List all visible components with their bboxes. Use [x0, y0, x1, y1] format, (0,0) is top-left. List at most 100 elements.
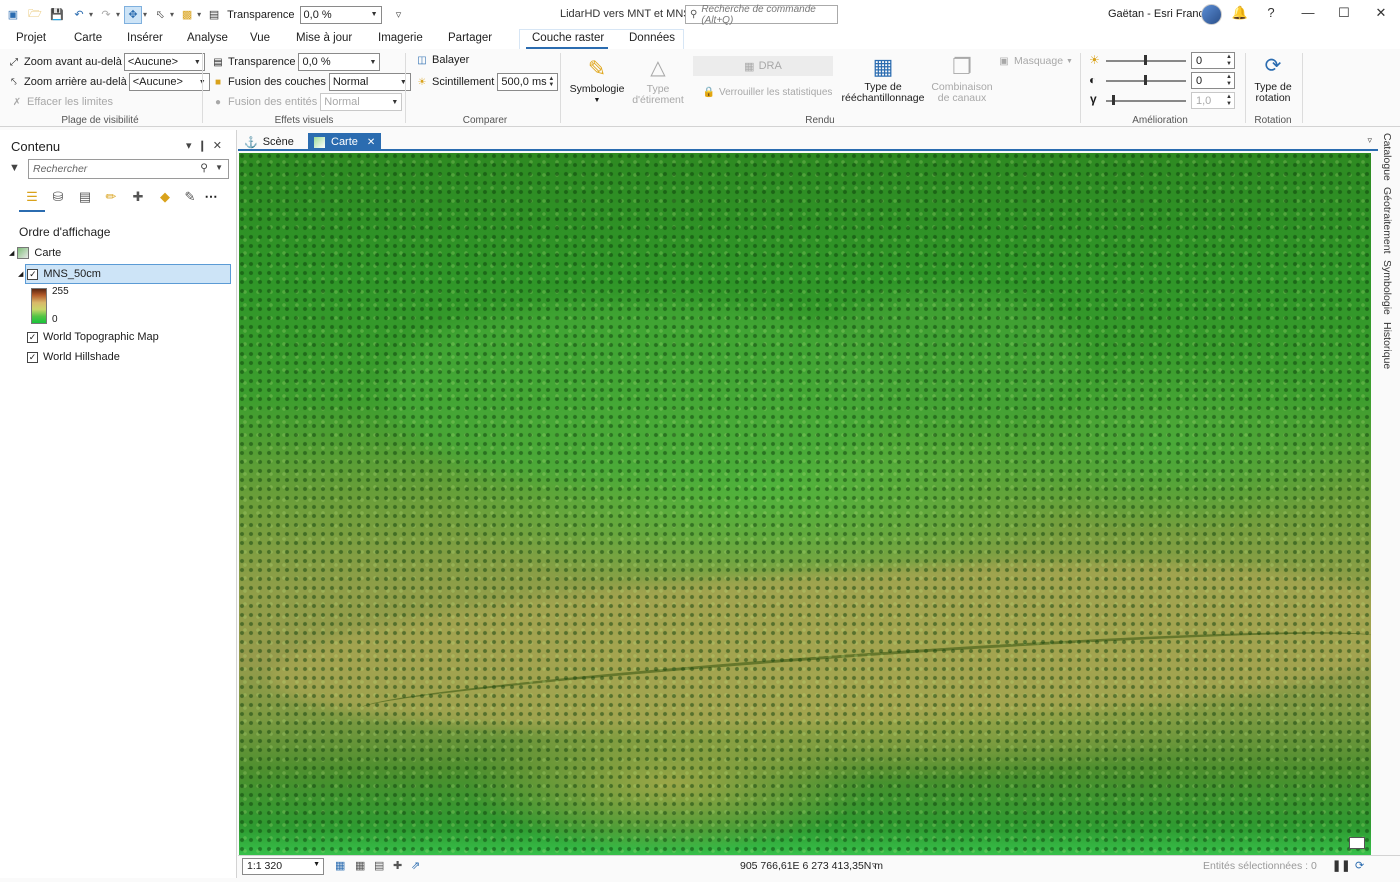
close-icon[interactable]: ✕: [213, 140, 228, 152]
tab-scene[interactable]: ⚓ Scène: [238, 133, 300, 151]
chevron-down-icon[interactable]: ▿: [1367, 135, 1372, 146]
zoom-in-beyond-combo[interactable]: <Aucune> ▼: [123, 53, 205, 71]
brightness-slider-thumb[interactable]: [1144, 55, 1147, 65]
list-by-data-source-icon[interactable]: ⛁: [48, 187, 68, 207]
gamma-spinner[interactable]: 1,0 ▲ ▼: [1191, 92, 1235, 109]
collapse-arrow-icon[interactable]: ◢: [18, 270, 23, 278]
dock-tab-geoprocessing[interactable]: Géotraitement: [1381, 187, 1393, 254]
refresh-icon[interactable]: ⟳: [1355, 859, 1364, 872]
grid-icon[interactable]: ▦: [355, 859, 365, 872]
crosshair-icon[interactable]: ✚: [393, 859, 402, 872]
transparency-combo[interactable]: 0,0 % ▼: [298, 53, 381, 71]
dock-tab-symbology[interactable]: Symbologie: [1381, 260, 1393, 315]
north-arrow-icon[interactable]: ⇗: [411, 859, 420, 872]
band-combination-button[interactable]: ❐ Combinaison de canaux: [928, 52, 996, 104]
qat-transparency-combo[interactable]: 0,0 % ▼: [299, 5, 382, 24]
tab-share[interactable]: Partager: [448, 32, 492, 44]
maximize-icon[interactable]: ☐: [1334, 5, 1354, 21]
list-by-perspective-icon[interactable]: ✎: [180, 187, 200, 207]
close-icon[interactable]: ✕: [1371, 5, 1391, 21]
add-data-icon[interactable]: ▩: [178, 6, 196, 24]
layer-visibility-checkbox[interactable]: ✓: [27, 268, 39, 280]
flicker-label[interactable]: Scintillement: [432, 76, 494, 88]
contrast-spinner[interactable]: 0 ▲ ▼: [1191, 72, 1235, 89]
minimize-icon[interactable]: —: [1298, 5, 1318, 20]
symbology-button[interactable]: ✎ Symbologie ▼: [568, 54, 626, 106]
swipe-button[interactable]: ◫ Balayer: [415, 53, 469, 67]
chevron-down-icon[interactable]: ▼: [215, 163, 223, 172]
layer-visibility-checkbox[interactable]: ✓: [27, 351, 38, 363]
feature-blend-combo[interactable]: Normal ▼: [320, 93, 403, 111]
list-by-labeling-icon[interactable]: ◆: [155, 187, 175, 207]
dock-tab-history[interactable]: Historique: [1381, 322, 1393, 369]
layer-row-topographic[interactable]: ✓ World Topographic Map: [27, 328, 159, 346]
command-search-input[interactable]: ⚲ Recherche de commande (Alt+Q): [685, 4, 838, 26]
tab-insert[interactable]: Insérer: [127, 32, 163, 44]
undo-icon[interactable]: ↶: [70, 6, 88, 24]
resampling-type-button[interactable]: ▦ Type de rééchantillonnage: [838, 52, 928, 104]
tab-map[interactable]: Carte: [74, 32, 102, 44]
list-by-editing-icon[interactable]: ✏: [101, 187, 121, 207]
zoom-out-beyond-combo[interactable]: <Aucune> ▼: [128, 73, 210, 91]
mask-button[interactable]: ▣ Masquage ▼: [997, 54, 1073, 68]
tab-map-view[interactable]: Carte ✕: [308, 133, 382, 151]
list-by-drawing-order-icon[interactable]: ☰: [22, 187, 42, 207]
pin-icon[interactable]: ❙: [198, 140, 213, 152]
chevron-down-icon[interactable]: ▾: [116, 10, 120, 19]
chevron-down-icon[interactable]: ▾: [197, 10, 201, 19]
save-icon[interactable]: 💾: [48, 6, 66, 24]
collapse-arrow-icon[interactable]: ◢: [9, 249, 14, 257]
dra-button[interactable]: ▦ DRA: [693, 56, 833, 76]
layer-row-mns[interactable]: ◢ ✓ MNS_50cm: [18, 265, 101, 283]
tab-analysis[interactable]: Analyse: [187, 32, 228, 44]
avatar[interactable]: [1201, 4, 1222, 25]
pause-icon[interactable]: ❚❚: [1332, 859, 1350, 872]
new-project-icon[interactable]: ▣: [4, 6, 22, 24]
notifications-icon[interactable]: 🔔: [1230, 5, 1250, 21]
map-view[interactable]: [239, 153, 1371, 855]
explore-icon[interactable]: ✥: [124, 5, 143, 24]
chevron-down-icon[interactable]: ▾: [170, 10, 174, 19]
layer-row-hillshade[interactable]: ✓ World Hillshade: [27, 348, 120, 366]
tab-imagery[interactable]: Imagerie: [378, 32, 423, 44]
gamma-slider-thumb[interactable]: [1112, 95, 1115, 105]
tab-data[interactable]: Données: [629, 32, 675, 44]
map-tree-node[interactable]: ◢ Carte: [9, 244, 61, 262]
gamma-slider[interactable]: [1106, 100, 1186, 102]
redo-icon[interactable]: ↷: [97, 6, 115, 24]
table-icon[interactable]: ▤: [374, 859, 384, 872]
more-options-icon[interactable]: ⋯: [201, 187, 221, 207]
help-icon[interactable]: ?: [1261, 5, 1281, 20]
layer-blend-combo[interactable]: Normal ▼: [328, 73, 411, 91]
stretch-type-button[interactable]: △ Type d'étirement: [626, 54, 690, 106]
list-by-snapping-icon[interactable]: ✚: [128, 187, 148, 207]
open-folder-icon[interactable]: 🗁: [26, 6, 44, 24]
rotation-type-button[interactable]: ⟳ Type de rotation: [1250, 52, 1296, 104]
add-bookmark-icon[interactable]: ▦: [335, 859, 345, 872]
contents-search-input[interactable]: Rechercher ⚲ ▼: [28, 159, 229, 179]
user-name[interactable]: Gaëtan - Esri France: [1108, 8, 1210, 20]
filter-icon[interactable]: ▼: [9, 162, 20, 174]
close-icon[interactable]: ✕: [367, 137, 375, 148]
contrast-slider-thumb[interactable]: [1144, 75, 1147, 85]
lock-statistics-button[interactable]: 🔒 Verrouiller les statistiques: [702, 85, 833, 99]
brightness-spinner[interactable]: 0 ▲ ▼: [1191, 52, 1235, 69]
scale-combo[interactable]: 1:1 320 ▼: [242, 858, 324, 875]
select-icon[interactable]: ⬁: [151, 6, 169, 24]
dock-tab-catalog[interactable]: Catalogue: [1381, 133, 1393, 181]
tab-raster-layer[interactable]: Couche raster: [532, 32, 604, 44]
flicker-spinner[interactable]: 500,0 ms ▲ ▼: [497, 73, 559, 91]
transparency-row: ▤ Transparence 0,0 % ▼: [211, 53, 381, 71]
tab-project[interactable]: Projet: [16, 32, 46, 44]
notes-icon[interactable]: [1349, 837, 1365, 849]
tab-view[interactable]: Vue: [250, 32, 270, 44]
chevron-down-icon[interactable]: ▿: [872, 860, 877, 871]
layer-visibility-checkbox[interactable]: ✓: [27, 331, 38, 343]
tab-edit[interactable]: Mise à jour: [296, 32, 352, 44]
chevron-down-icon[interactable]: ▾: [143, 10, 147, 19]
chevron-down-icon[interactable]: ▾: [186, 140, 198, 152]
list-by-selection-icon[interactable]: ▤: [75, 187, 95, 207]
customize-qat-icon[interactable]: ▿: [390, 6, 408, 24]
chevron-down-icon[interactable]: ▾: [89, 10, 93, 19]
clear-limits-button[interactable]: ✗ Effacer les limites: [10, 95, 113, 109]
